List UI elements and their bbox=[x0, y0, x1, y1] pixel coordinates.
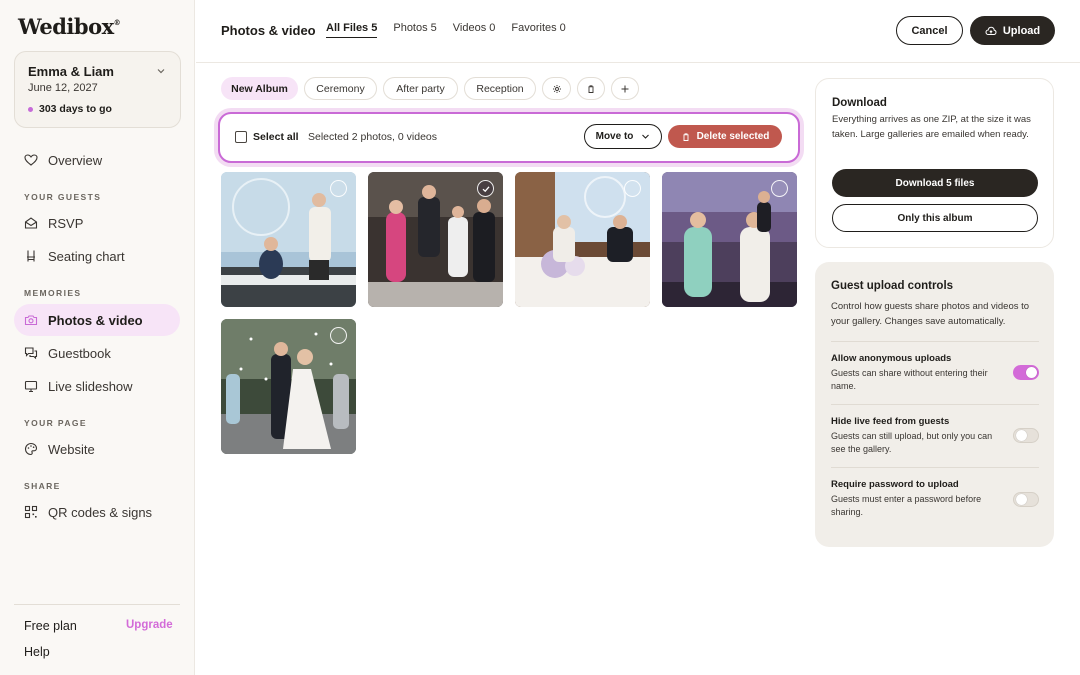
sidebar: Wedibox® Emma & Liam June 12, 2027 303 d… bbox=[0, 0, 195, 675]
qr-code-icon bbox=[24, 505, 38, 519]
event-name: Emma & Liam bbox=[28, 64, 114, 79]
photo-tile[interactable] bbox=[221, 172, 356, 307]
tab-photos[interactable]: Photos 5 bbox=[393, 22, 436, 38]
event-countdown: 303 days to go bbox=[28, 103, 112, 115]
setting-hide-live-feed: Hide live feed from guests Guests can st… bbox=[831, 404, 1039, 467]
trash-icon bbox=[588, 84, 594, 93]
palette-icon bbox=[24, 442, 38, 456]
setting-anonymous-uploads: Allow anonymous uploads Guests can share… bbox=[831, 341, 1039, 404]
sidebar-item-slideshow[interactable]: Live slideshow bbox=[14, 370, 180, 402]
tab-favorites[interactable]: Favorites 0 bbox=[511, 22, 565, 38]
select-all-label[interactable]: Select all bbox=[253, 131, 299, 143]
file-tabs: All Files 5 Photos 5 Videos 0 Favorites … bbox=[326, 22, 566, 38]
sidebar-item-qr[interactable]: QR codes & signs bbox=[14, 496, 180, 528]
sidebar-item-website[interactable]: Website bbox=[14, 433, 180, 465]
album-delete-button[interactable] bbox=[577, 77, 605, 100]
select-photo-toggle[interactable] bbox=[330, 180, 347, 197]
download-card: Download Everything arrives as one ZIP, … bbox=[815, 78, 1054, 248]
delete-selected-button[interactable]: Delete selected bbox=[668, 125, 782, 148]
tab-all-files[interactable]: All Files 5 bbox=[326, 22, 378, 38]
sidebar-item-photos[interactable]: Photos & video bbox=[14, 304, 180, 336]
section-memories: MEMORIES bbox=[24, 288, 82, 298]
sidebar-item-overview[interactable]: Overview bbox=[14, 144, 180, 176]
cancel-button[interactable]: Cancel bbox=[896, 16, 963, 45]
setting-require-password: Require password to upload Guests must e… bbox=[831, 467, 1039, 530]
select-photo-toggle[interactable] bbox=[771, 180, 788, 197]
status-dot bbox=[28, 106, 33, 112]
download-title: Download bbox=[832, 97, 887, 109]
new-album-button[interactable]: New Album bbox=[221, 77, 298, 100]
guest-upload-description: Control how guests share photos and vide… bbox=[831, 301, 1030, 327]
gear-icon bbox=[552, 84, 561, 93]
event-switcher[interactable]: Emma & Liam June 12, 2027 303 days to go bbox=[14, 51, 181, 128]
download-description: Everything arrives as one ZIP, at the si… bbox=[832, 114, 1031, 140]
select-photo-toggle[interactable] bbox=[624, 180, 641, 197]
photo-tile[interactable] bbox=[515, 172, 650, 307]
monitor-icon bbox=[24, 380, 38, 393]
download-album-button[interactable]: Only this album bbox=[832, 204, 1038, 232]
upload-button[interactable]: Upload bbox=[970, 16, 1055, 45]
guest-upload-title: Guest upload controls bbox=[831, 280, 954, 292]
envelope-icon bbox=[24, 217, 38, 229]
checkmark-icon bbox=[482, 185, 489, 192]
guest-upload-card: Guest upload controls Control how guests… bbox=[815, 262, 1054, 547]
select-photo-toggle[interactable] bbox=[477, 180, 494, 197]
move-to-button[interactable]: Move to bbox=[584, 124, 662, 149]
help-link[interactable]: Help bbox=[24, 645, 50, 659]
section-your-page: YOUR PAGE bbox=[24, 418, 87, 428]
photo-tile[interactable] bbox=[368, 172, 503, 307]
hide-live-feed-toggle[interactable] bbox=[1013, 428, 1039, 443]
select-photo-toggle[interactable] bbox=[330, 327, 347, 344]
chevron-down-icon bbox=[157, 69, 165, 74]
selection-summary: Selected 2 photos, 0 videos bbox=[308, 131, 438, 143]
page-title: Photos & video bbox=[221, 23, 316, 38]
album-ceremony[interactable]: Ceremony bbox=[304, 77, 377, 100]
plan-label: Free plan bbox=[24, 619, 77, 633]
section-share: SHARE bbox=[24, 481, 61, 491]
select-all-checkbox[interactable] bbox=[235, 131, 247, 143]
plus-icon bbox=[621, 85, 629, 92]
require-password-toggle[interactable] bbox=[1013, 492, 1039, 507]
chevron-down-icon bbox=[642, 134, 650, 139]
sidebar-item-rsvp[interactable]: RSVP bbox=[14, 207, 180, 239]
sidebar-divider bbox=[14, 604, 180, 605]
trash-icon bbox=[683, 132, 689, 141]
cloud-upload-icon bbox=[985, 26, 997, 35]
wedibox-logo[interactable]: Wedibox® bbox=[18, 14, 121, 39]
sidebar-item-seating[interactable]: Seating chart bbox=[14, 240, 180, 272]
event-date: June 12, 2027 bbox=[28, 82, 98, 94]
sidebar-item-guestbook[interactable]: Guestbook bbox=[14, 337, 180, 369]
selection-toolbar: Select all Selected 2 photos, 0 videos M… bbox=[218, 112, 800, 163]
upgrade-link[interactable]: Upgrade bbox=[126, 619, 173, 631]
chair-icon bbox=[27, 250, 35, 262]
chat-bubbles-icon bbox=[24, 347, 38, 360]
album-reception[interactable]: Reception bbox=[464, 77, 536, 100]
add-album-button[interactable] bbox=[611, 77, 639, 100]
album-after-party[interactable]: After party bbox=[383, 77, 458, 100]
album-settings-button[interactable] bbox=[542, 77, 571, 100]
heart-icon bbox=[24, 154, 38, 166]
section-your-guests: YOUR GUESTS bbox=[24, 192, 102, 202]
anonymous-uploads-toggle[interactable] bbox=[1013, 365, 1039, 380]
header-divider bbox=[196, 62, 1080, 63]
tab-videos[interactable]: Videos 0 bbox=[453, 22, 496, 38]
photo-tile[interactable] bbox=[221, 319, 356, 454]
photo-tile[interactable] bbox=[662, 172, 797, 307]
camera-icon bbox=[24, 315, 38, 326]
download-all-button[interactable]: Download 5 files bbox=[832, 169, 1038, 197]
